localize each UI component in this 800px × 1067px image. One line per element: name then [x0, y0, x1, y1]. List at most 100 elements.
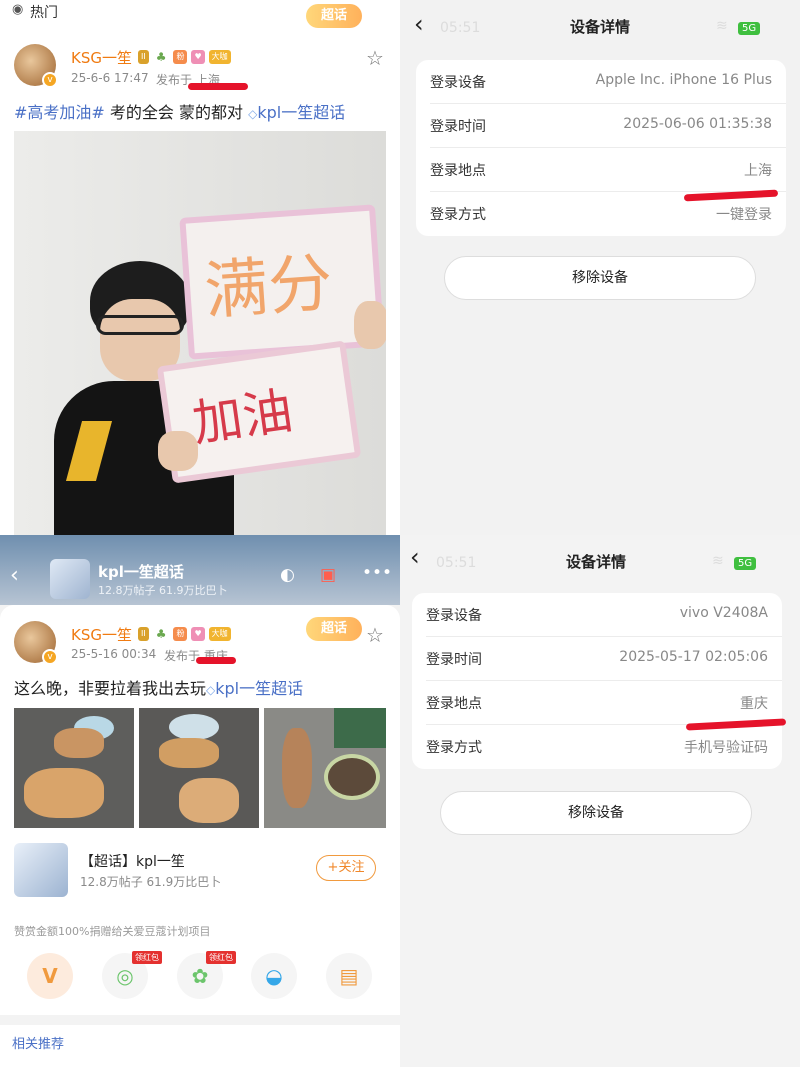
- row-value: Apple Inc. iPhone 16 Plus: [595, 72, 772, 88]
- page-title: 设备详情: [570, 18, 631, 36]
- wifi-icon: ≋: [716, 18, 728, 34]
- avatar[interactable]: v: [14, 621, 58, 665]
- info-row: 登录地点 重庆: [412, 681, 782, 725]
- remove-device-button[interactable]: 移除设备: [440, 791, 752, 835]
- post-text: #高考加油# 考的全会 蒙的都对 ◇kpl一笙超话: [14, 99, 345, 123]
- row-label: 登录方式: [430, 207, 486, 223]
- redpack-badge: 领红包: [206, 951, 236, 964]
- vip-share-icon[interactable]: V: [27, 953, 73, 999]
- row-value: vivo V2408A: [679, 605, 768, 621]
- vip-badge: 大咖: [208, 50, 231, 64]
- save-image-icon[interactable]: ▤: [326, 953, 372, 999]
- cat-shape: [24, 768, 104, 818]
- related-label[interactable]: 相关推荐: [12, 1033, 64, 1052]
- device-info-card: 登录设备 Apple Inc. iPhone 16 Plus 登录时间 2025…: [416, 60, 786, 236]
- cat-photo-3[interactable]: [264, 708, 386, 828]
- topic-stats: 12.8万帖子 61.9万比巴卜: [98, 584, 228, 597]
- row-value: 2025-05-17 02:05:06: [619, 649, 768, 665]
- bowl-shape: [324, 754, 380, 800]
- favorite-star-icon[interactable]: ☆: [366, 46, 384, 70]
- post-text: 这么晚，非要拉着我出去玩◇kpl一笙超话: [14, 675, 303, 699]
- network-badge: 5G: [734, 557, 757, 570]
- page-title: 设备详情: [566, 553, 627, 571]
- sprout-icon: ♣: [155, 627, 167, 641]
- hand-left: [158, 431, 198, 471]
- remove-device-button[interactable]: 移除设备: [444, 256, 756, 300]
- annotation-underline: [196, 657, 236, 664]
- qq-icon[interactable]: ◒: [251, 953, 297, 999]
- listen-icon[interactable]: ◐: [280, 565, 295, 585]
- post-body: 考的全会 蒙的都对: [104, 103, 244, 122]
- fan-badge: 粉: [173, 50, 188, 64]
- row-label: 登录方式: [426, 740, 482, 756]
- row-value: 2025-06-06 01:35:38: [623, 116, 772, 132]
- hand-right: [354, 301, 386, 349]
- location-pin-icon: ◉: [12, 2, 24, 17]
- chaohua-tag[interactable]: 超话: [306, 617, 362, 641]
- post1-panel: ◉ 热门 超话 v KSG一笙 II ♣ 粉 ♥ 大咖 25-6-6 17:47…: [0, 0, 400, 535]
- cat-shape: [159, 738, 219, 768]
- heart-badge-icon: ♥: [191, 50, 205, 64]
- supertopic-link[interactable]: kpl一笙超话: [257, 103, 345, 122]
- info-row: 登录设备 Apple Inc. iPhone 16 Plus: [416, 60, 786, 104]
- post-photo[interactable]: 满分 加油: [14, 131, 386, 535]
- username[interactable]: KSG一笙: [71, 47, 132, 68]
- row-label: 登录地点: [426, 696, 482, 712]
- cat-shape: [179, 778, 239, 823]
- back-icon[interactable]: ‹: [10, 563, 19, 588]
- back-icon[interactable]: ‹: [410, 543, 420, 571]
- chaohua-tag[interactable]: 超话: [306, 4, 362, 28]
- username[interactable]: KSG一笙: [71, 624, 132, 645]
- info-row: 登录时间 2025-06-06 01:35:38: [416, 104, 786, 148]
- wifi-icon: ≋: [712, 553, 724, 569]
- device-panel-2: ‹ 05:51 设备详情 ≋ 5G 登录设备 vivo V2408A 登录时间 …: [400, 535, 800, 1067]
- topic-avatar[interactable]: [50, 559, 90, 599]
- supertopic-avatar[interactable]: [14, 843, 68, 897]
- supertopic-name[interactable]: 【超话】kpl一笙: [80, 851, 185, 871]
- cat-shape: [54, 728, 104, 758]
- user-badges: II ♣ 粉 ♥ 大咖: [138, 50, 231, 64]
- topic-title: kpl一笙超话: [98, 563, 184, 581]
- info-row: 登录时间 2025-05-17 02:05:06: [412, 637, 782, 681]
- avatar[interactable]: v: [14, 44, 58, 88]
- hashtag-link[interactable]: #高考加油#: [14, 103, 105, 122]
- post-date: 25-6-6 17:47: [71, 71, 149, 85]
- post2-panel: ‹ kpl一笙超话 12.8万帖子 61.9万比巴卜 ◐ ▣ ••• 超话 v …: [0, 535, 400, 1067]
- annotation-underline: [188, 83, 248, 90]
- row-value: 手机号验证码: [684, 740, 768, 756]
- row-label: 登录时间: [430, 119, 486, 135]
- info-row: 登录地点 上海: [416, 148, 786, 192]
- row-value: 上海: [744, 163, 772, 179]
- plant-shape: [334, 708, 386, 748]
- row-value: 重庆: [740, 696, 768, 712]
- sign-top-text: 满分: [201, 246, 335, 330]
- plate-shape: [169, 714, 219, 740]
- sprout-icon: ♣: [155, 50, 167, 64]
- vip-badge: 大咖: [208, 627, 231, 641]
- glasses-icon: [96, 315, 184, 335]
- cat-photo-2[interactable]: [139, 708, 259, 828]
- more-icon[interactable]: •••: [362, 563, 392, 583]
- favorite-star-icon[interactable]: ☆: [366, 623, 384, 647]
- row-label: 登录设备: [426, 608, 482, 624]
- user-badges: II ♣ 粉 ♥ 大咖: [138, 627, 231, 641]
- network-badge: 5G: [738, 22, 761, 35]
- row-label: 登录时间: [426, 652, 482, 668]
- level-badge: II: [138, 627, 149, 641]
- hot-label: 热门: [30, 5, 58, 21]
- row-value: 一键登录: [716, 207, 772, 223]
- back-icon[interactable]: ‹: [414, 10, 424, 38]
- redpack-icon[interactable]: ▣: [320, 565, 336, 585]
- cat-photo-1[interactable]: [14, 708, 134, 828]
- diamond-icon: ◇: [248, 107, 258, 121]
- verified-icon: v: [42, 649, 58, 665]
- diamond-icon: ◇: [206, 683, 216, 697]
- supertopic-link[interactable]: kpl一笙超话: [215, 679, 303, 698]
- fan-badge: 粉: [173, 627, 188, 641]
- status-time: 05:51: [436, 555, 477, 571]
- post-date: 25-5-16 00:34: [71, 647, 157, 661]
- follow-button[interactable]: +关注: [316, 855, 376, 881]
- info-row: 登录方式 手机号验证码: [412, 725, 782, 769]
- redpack-badge: 领红包: [132, 951, 162, 964]
- heart-badge-icon: ♥: [191, 627, 205, 641]
